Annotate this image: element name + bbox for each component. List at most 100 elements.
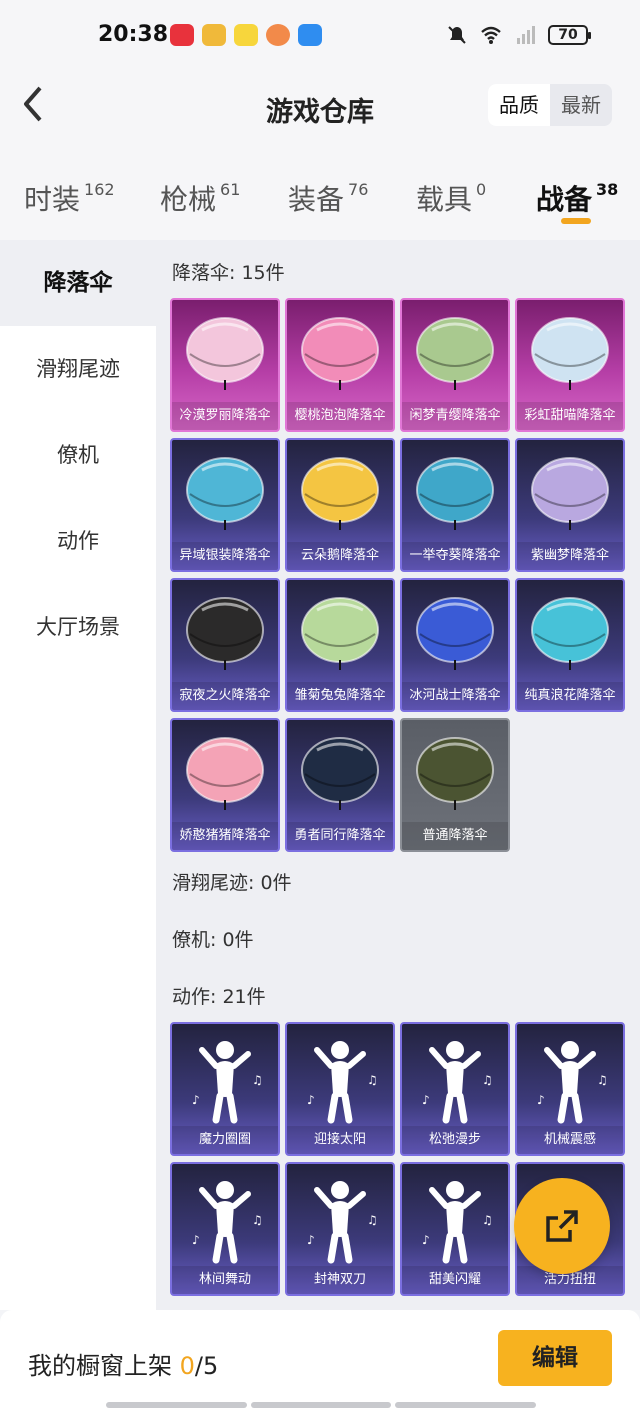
- parachute-icon: [531, 457, 609, 530]
- parachute-icon: [186, 737, 264, 810]
- svg-text:♪: ♪: [422, 1093, 430, 1107]
- parachute-card[interactable]: 彩虹甜喵降落伞: [515, 298, 625, 432]
- parachute-card[interactable]: 纯真浪花降落伞: [515, 578, 625, 712]
- item-name: 一举夺葵降落伞: [402, 542, 508, 570]
- app-notification-icon: [234, 24, 258, 46]
- emote-card[interactable]: ♪ ♫ 松弛漫步: [400, 1022, 510, 1156]
- tab-label: 战备: [536, 183, 593, 216]
- sidebar-item-glide-trail[interactable]: 滑翔尾迹: [0, 326, 156, 412]
- item-list[interactable]: 降落伞: 15件 冷漠罗丽降落伞 樱桃泡泡降落伞 闲梦青缨降落伞 彩虹甜喵降落伞异域银…: [156, 240, 640, 1310]
- section-title-parachute: 降落伞: 15件: [172, 262, 285, 284]
- svg-text:♪: ♪: [537, 1093, 545, 1107]
- parachute-card[interactable]: 勇者同行降落伞: [285, 718, 395, 852]
- tab-count: 38: [596, 180, 619, 199]
- parachute-card[interactable]: 冷漠罗丽降落伞: [170, 298, 280, 432]
- sidebar-item-emote[interactable]: 动作: [0, 498, 156, 584]
- parachute-card[interactable]: 云朵鹅降落伞: [285, 438, 395, 572]
- sidebar-item-lobby-scene[interactable]: 大厅场景: [0, 584, 156, 670]
- svg-text:♪: ♪: [192, 1093, 200, 1107]
- parachute-card[interactable]: 紫幽梦降落伞: [515, 438, 625, 572]
- item-name: 冷漠罗丽降落伞: [172, 402, 278, 430]
- item-name: 寂夜之火降落伞: [172, 682, 278, 710]
- item-name: 娇憨猪猪降落伞: [172, 822, 278, 850]
- dancer-icon: ♪♫: [307, 1041, 378, 1124]
- parachute-card[interactable]: 雏菊兔兔降落伞: [285, 578, 395, 712]
- parachute-icon: [531, 597, 609, 670]
- tab-battle-gear[interactable]: 战备 38: [536, 178, 618, 218]
- item-name: 紫幽梦降落伞: [517, 542, 623, 570]
- svg-text:♫: ♫: [597, 1073, 608, 1087]
- parachute-grid: 冷漠罗丽降落伞 樱桃泡泡降落伞 闲梦青缨降落伞 彩虹甜喵降落伞异域银装降落伞 云朵鹅降落…: [170, 298, 626, 854]
- gesture-bar: [106, 1402, 537, 1408]
- parachute-card[interactable]: 异域银装降落伞: [170, 438, 280, 572]
- svg-text:♪: ♪: [422, 1233, 430, 1247]
- svg-text:♫: ♫: [482, 1213, 493, 1227]
- tab-weapons[interactable]: 枪械 61: [160, 178, 240, 218]
- app-notification-icon: [266, 24, 290, 46]
- share-button[interactable]: [514, 1178, 610, 1274]
- tab-count: 76: [348, 180, 369, 199]
- section-title-emote: 动作: 21件: [172, 986, 266, 1008]
- emote-card[interactable]: ♪ ♫ 甜美闪耀: [400, 1162, 510, 1296]
- dancer-icon: ♪♫: [192, 1041, 263, 1124]
- showcase-current: 0: [179, 1352, 195, 1380]
- parachute-icon: [416, 457, 494, 530]
- sort-quality[interactable]: 品质: [488, 84, 550, 126]
- parachute-card[interactable]: 娇憨猪猪降落伞: [170, 718, 280, 852]
- status-bar: 20:38 70: [0, 0, 640, 60]
- parachute-icon: [301, 457, 379, 530]
- tab-vehicles[interactable]: 载具 0: [416, 178, 486, 218]
- signal-icon: [517, 26, 535, 44]
- item-name: 普通降落伞: [402, 822, 508, 850]
- item-name: 林间舞动: [172, 1266, 278, 1294]
- svg-text:♫: ♫: [367, 1073, 378, 1087]
- item-name: 纯真浪花降落伞: [517, 682, 623, 710]
- svg-text:♪: ♪: [307, 1093, 315, 1107]
- emote-card[interactable]: ♪ ♫ 林间舞动: [170, 1162, 280, 1296]
- emote-card[interactable]: ♪ ♫ 魔力圈圈: [170, 1022, 280, 1156]
- svg-text:♫: ♫: [482, 1073, 493, 1087]
- emote-card[interactable]: ♪ ♫ 迎接太阳: [285, 1022, 395, 1156]
- parachute-card[interactable]: 闲梦青缨降落伞: [400, 298, 510, 432]
- category-tabs: 时装 162 枪械 61 装备 76 载具 0 战备 38: [0, 150, 640, 240]
- edit-button[interactable]: 编辑: [498, 1330, 612, 1386]
- app-notification-icon: [298, 24, 322, 46]
- parachute-card[interactable]: 普通降落伞: [400, 718, 510, 852]
- parachute-icon: [416, 317, 494, 390]
- showcase-label: 我的橱窗上架 0/5: [28, 1346, 218, 1381]
- emote-card[interactable]: ♪ ♫ 机械震感: [515, 1022, 625, 1156]
- item-name: 松弛漫步: [402, 1126, 508, 1154]
- tab-label: 枪械: [160, 183, 217, 216]
- dancer-icon: ♪♫: [307, 1181, 378, 1264]
- tab-equipment[interactable]: 装备 76: [288, 178, 368, 218]
- dancer-icon: ♪♫: [192, 1181, 263, 1264]
- tab-label: 时装: [24, 183, 81, 216]
- emote-card[interactable]: ♪ ♫ 封神双刀: [285, 1162, 395, 1296]
- sidebar-item-parachute[interactable]: 降落伞: [0, 240, 156, 326]
- tab-fashion[interactable]: 时装 162: [24, 178, 115, 218]
- section-title-glide-trail: 滑翔尾迹: 0件: [172, 872, 292, 894]
- sidebar-item-wingman[interactable]: 僚机: [0, 412, 156, 498]
- item-name: 封神双刀: [287, 1266, 393, 1294]
- item-name: 樱桃泡泡降落伞: [287, 402, 393, 430]
- status-app-icons: [170, 24, 322, 46]
- item-name: 冰河战士降落伞: [402, 682, 508, 710]
- parachute-icon: [186, 457, 264, 530]
- item-name: 异域银装降落伞: [172, 542, 278, 570]
- svg-text:♪: ♪: [192, 1233, 200, 1247]
- parachute-card[interactable]: 寂夜之火降落伞: [170, 578, 280, 712]
- sort-newest[interactable]: 最新: [550, 84, 612, 126]
- item-name: 机械震感: [517, 1126, 623, 1154]
- dancer-icon: ♪♫: [422, 1041, 493, 1124]
- svg-text:♫: ♫: [252, 1213, 263, 1227]
- parachute-icon: [301, 317, 379, 390]
- section-title-wingman: 僚机: 0件: [172, 929, 254, 951]
- tab-count: 162: [84, 180, 115, 199]
- parachute-card[interactable]: 一举夺葵降落伞: [400, 438, 510, 572]
- sort-toggle[interactable]: 品质 最新: [488, 84, 612, 126]
- parachute-icon: [531, 317, 609, 390]
- tab-label: 载具: [416, 183, 473, 216]
- parachute-card[interactable]: 冰河战士降落伞: [400, 578, 510, 712]
- parachute-card[interactable]: 樱桃泡泡降落伞: [285, 298, 395, 432]
- parachute-icon: [186, 317, 264, 390]
